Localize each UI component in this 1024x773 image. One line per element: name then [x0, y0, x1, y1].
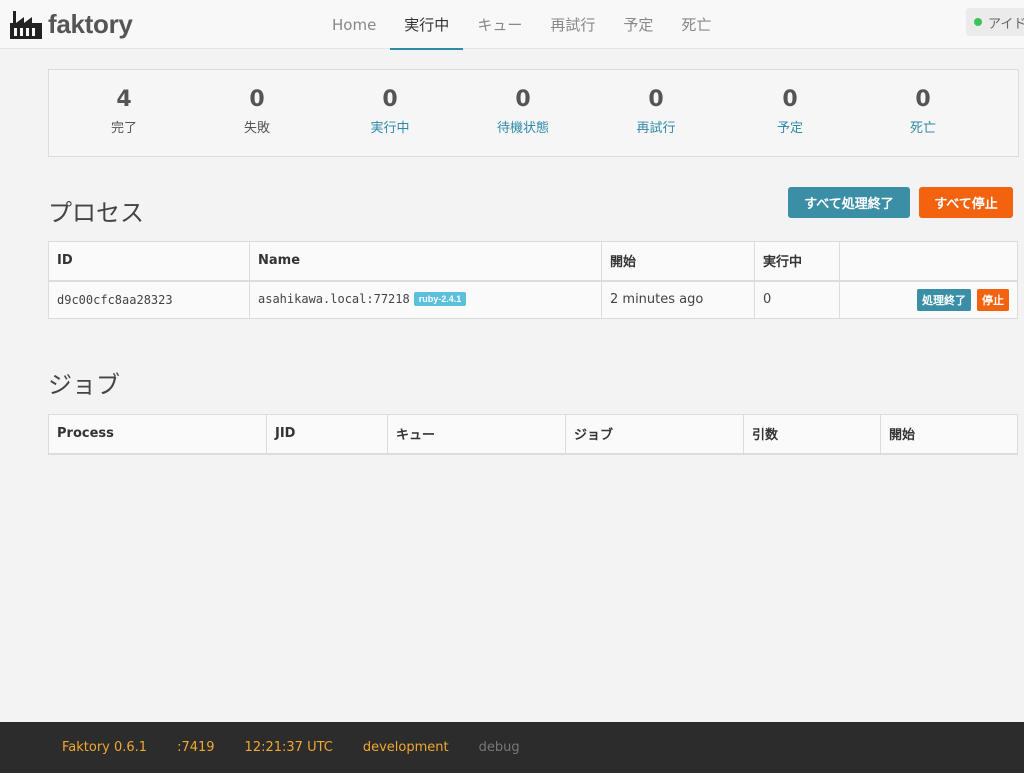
footer-port: :7419: [177, 740, 215, 755]
column-header: 実行中: [754, 241, 840, 282]
stop-all-button[interactable]: すべて停止: [919, 187, 1013, 218]
stat-retries[interactable]: 0 再試行: [586, 86, 726, 136]
footer-debug-link[interactable]: debug: [479, 740, 520, 755]
row-actions: 処理終了 停止: [839, 280, 1018, 319]
column-header: キュー: [387, 414, 566, 455]
nav-busy[interactable]: 実行中: [390, 0, 464, 50]
nav-home[interactable]: Home: [318, 0, 390, 49]
footer-environment: development: [362, 740, 449, 755]
status-dot-icon: [974, 18, 982, 26]
brand-name: faktory: [48, 8, 133, 39]
stat-count: 0: [648, 87, 664, 112]
nav-dead[interactable]: 死亡: [667, 0, 725, 49]
column-header: [839, 241, 1018, 282]
stat-count: 0: [915, 87, 931, 112]
stat-count: 0: [382, 87, 398, 112]
column-header: 引数: [743, 414, 881, 455]
process-started: 2 minutes ago: [601, 280, 755, 319]
process-id: d9c00cfc8aa28323: [48, 280, 250, 319]
main-nav: Home 実行中 キュー 再試行 予定 死亡: [318, 0, 725, 50]
stat-count: 0: [249, 87, 265, 112]
jobs-title: ジョブ: [48, 371, 120, 399]
stat-link[interactable]: 実行中: [320, 117, 460, 136]
runtime-badge: ruby-2.4.1: [413, 292, 467, 307]
stop-process-button[interactable]: 停止: [977, 288, 1009, 311]
column-header: ジョブ: [565, 414, 744, 455]
nav-scheduled[interactable]: 予定: [609, 0, 667, 49]
stats-summary: 4 完了 0 失敗 0 実行中 0 待機状態 0 再試行 0 予定 0 死亡: [48, 69, 1019, 157]
table-row: d9c00cfc8aa28323 asahikawa.local:77218 ru…: [48, 280, 1018, 319]
footer: Faktory 0.6.1 :7419 12:21:37 UTC develop…: [0, 722, 1024, 773]
footer-version: Faktory 0.6.1: [62, 740, 148, 755]
column-header: JID: [266, 414, 388, 455]
brand-home-link[interactable]: faktory: [10, 4, 133, 44]
processes-table: ID Name 開始 実行中 d9c00cfc8aa28323 asahikaw…: [48, 241, 1018, 319]
stat-link[interactable]: 予定: [720, 117, 860, 136]
top-navbar: faktory Home 実行中 キュー 再試行 予定 死亡 アイドル: [0, 0, 1024, 50]
stat-label: 完了: [110, 121, 137, 136]
quiet-process-button[interactable]: 処理終了: [917, 288, 971, 311]
stat-link[interactable]: 死亡: [853, 117, 993, 136]
column-header: 開始: [601, 241, 755, 282]
footer-time: 12:21:37 UTC: [244, 740, 333, 755]
stat-label: 失敗: [243, 121, 270, 136]
stat-count: 0: [515, 87, 531, 112]
process-name: asahikawa.local:77218: [258, 292, 410, 307]
stat-processed: 4 完了: [54, 86, 194, 136]
column-header: ID: [48, 241, 250, 282]
process-name-cell: asahikawa.local:77218 ruby-2.4.1: [249, 280, 602, 319]
table-header-row: ID Name 開始 実行中: [48, 241, 1018, 282]
nav-retries[interactable]: 再試行: [536, 0, 609, 49]
processes-title: プロセス: [48, 199, 144, 227]
process-busy: 0: [754, 280, 840, 319]
stat-link[interactable]: 再試行: [586, 117, 726, 136]
stat-scheduled[interactable]: 0 予定: [720, 86, 860, 136]
stat-busy[interactable]: 0 実行中: [320, 86, 460, 136]
quiet-all-button[interactable]: すべて処理終了: [788, 187, 910, 218]
status-label: アイドル: [988, 16, 1024, 32]
nav-queues[interactable]: キュー: [463, 0, 536, 49]
column-header: 開始: [880, 414, 1018, 455]
table-header-row: Process JID キュー ジョブ 引数 開始: [48, 414, 1018, 455]
stat-dead[interactable]: 0 死亡: [853, 86, 993, 136]
factory-icon: [10, 9, 42, 39]
stat-count: 4: [116, 87, 132, 112]
column-header: Name: [249, 241, 602, 282]
stat-enqueued[interactable]: 0 待機状態: [453, 86, 593, 136]
column-header: Process: [48, 414, 267, 455]
server-status[interactable]: アイドル: [966, 8, 1024, 36]
jobs-table: Process JID キュー ジョブ 引数 開始: [48, 414, 1018, 455]
stat-count: 0: [782, 87, 798, 112]
stat-failed: 0 失敗: [187, 86, 327, 136]
stat-link[interactable]: 待機状態: [453, 117, 593, 136]
